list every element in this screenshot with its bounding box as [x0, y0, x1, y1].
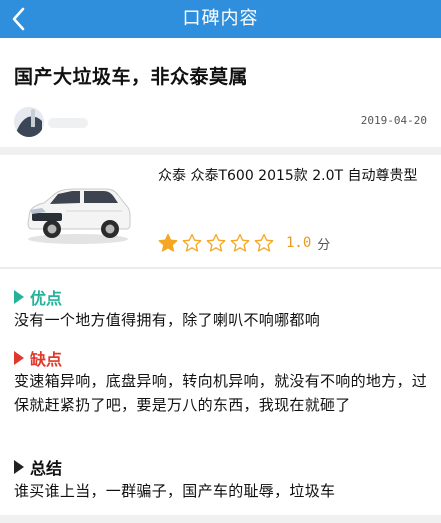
avatar[interactable]	[14, 107, 44, 137]
cons-heading: 缺点	[14, 346, 62, 370]
rating-score: 1.0	[286, 235, 312, 251]
pros-text: 没有一个地方值得拥有，除了喇叭不响哪都响	[14, 311, 321, 329]
triangle-right-icon	[14, 290, 24, 304]
avatar-image	[14, 107, 44, 137]
triangle-right-icon	[14, 460, 24, 474]
star-empty-icon	[182, 233, 202, 252]
summary-heading: 总结	[14, 455, 62, 479]
pros-heading: 优点	[14, 285, 62, 309]
review-title: 国产大垃圾车，非众泰莫属	[14, 66, 249, 88]
car-model-name: 众泰 众泰T600 2015款 2.0T 自动尊贵型	[158, 168, 418, 184]
top-navigation-bar: 口碑内容	[0, 0, 441, 38]
triangle-right-icon	[14, 351, 24, 365]
car-info-card[interactable]: 众泰 众泰T600 2015款 2.0T 自动尊贵型 1.0 分	[0, 155, 441, 267]
section-divider	[0, 515, 441, 523]
rating-row: 1.0 分	[158, 232, 330, 254]
rating-unit: 分	[317, 237, 331, 253]
author-name-blurred	[48, 118, 88, 128]
rating-stars	[158, 233, 278, 253]
pros-label: 优点	[30, 289, 63, 308]
page-title: 口碑内容	[182, 8, 259, 29]
star-filled-icon	[158, 233, 178, 252]
car-thumbnail-image	[27, 188, 131, 244]
star-empty-icon	[206, 233, 226, 252]
summary-text: 谁买谁上当，一群骗子，国产车的耻辱，垃圾车	[14, 482, 336, 500]
post-date: 2019-04-20	[360, 114, 427, 127]
star-empty-icon	[230, 233, 250, 252]
cons-label: 缺点	[30, 350, 63, 369]
section-divider	[0, 267, 441, 269]
summary-label: 总结	[30, 459, 63, 478]
star-empty-icon	[254, 233, 274, 252]
section-divider	[0, 147, 441, 155]
cons-text: 变速箱异响，底盘异响，转向机异响，就没有不响的地方，过保就赶紧扔了吧，要是万八的…	[14, 372, 428, 414]
